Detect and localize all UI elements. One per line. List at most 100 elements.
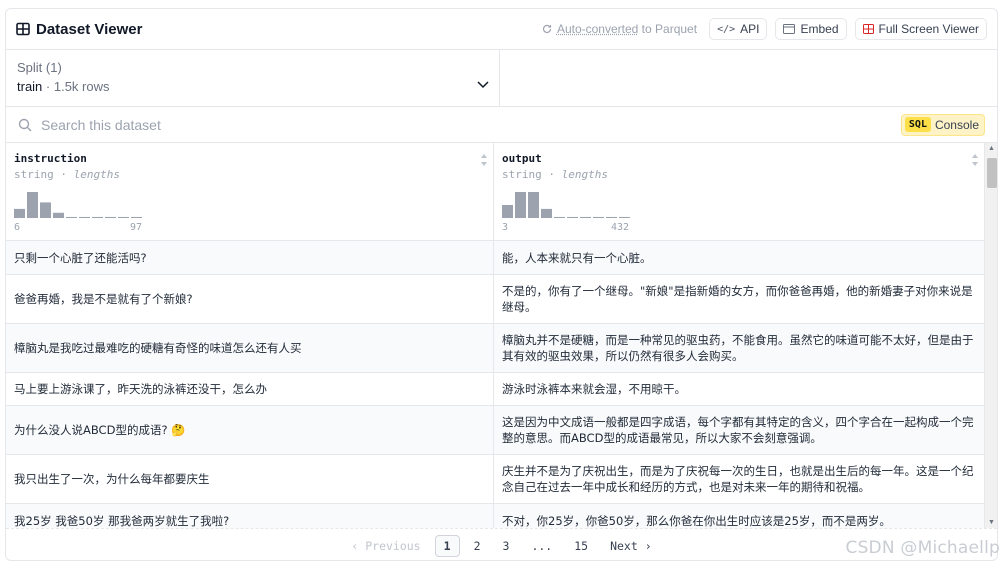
dataset-viewer: Dataset Viewer Auto-converted to Parquet…: [5, 8, 998, 561]
histogram-bar: [502, 205, 513, 218]
split-label: Split (1): [17, 60, 62, 75]
histogram-bar: [606, 216, 617, 218]
split-row: Split (1) train · 1.5k rows: [6, 50, 997, 107]
chevron-down-icon[interactable]: [477, 81, 489, 89]
output-cell[interactable]: 不是的，你有了一个继母。"新娘"是指新婚的女方，而你爸爸再婚，他的新婚妻子对你来…: [494, 275, 984, 323]
histogram-bar: [554, 216, 565, 218]
instruction-cell[interactable]: 我25岁 我爸50岁 那我爸两岁就生了我啦?: [6, 504, 494, 528]
split-rows: 1.5k rows: [53, 79, 110, 94]
table-row[interactable]: 我只出生了一次，为什么每年都要庆生 庆生并不是为了庆祝出生，而是为了庆祝每一次的…: [6, 455, 984, 504]
code-icon: </>: [717, 23, 736, 35]
sql-console-button[interactable]: SQL Console: [900, 113, 985, 136]
auto-converted-suffix: to Parquet: [638, 22, 698, 36]
search-icon: [18, 118, 32, 131]
histogram-bar: [53, 212, 64, 218]
histogram-bar: [528, 192, 539, 218]
histogram-bar: [92, 216, 103, 218]
column-header-instruction[interactable]: instruction string · lengths 6 97: [6, 143, 494, 241]
instruction-cell[interactable]: 我只出生了一次，为什么每年都要庆生: [6, 455, 494, 503]
column-name: output: [502, 152, 542, 165]
histogram-min: 3: [502, 222, 509, 233]
viewer-title: Dataset Viewer: [36, 20, 143, 38]
histogram-bar: [40, 202, 51, 218]
vertical-scrollbar[interactable]: ▲ ▼: [984, 143, 997, 528]
table-row[interactable]: 为什么没人说ABCD型的成语? 🤔 这是因为中文成语一般都是四字成语，每个字都有…: [6, 406, 984, 455]
page-ellipsis: ...: [531, 538, 553, 553]
full-screen-label: Full Screen Viewer: [878, 22, 980, 36]
split-selector[interactable]: Split (1) train · 1.5k rows: [6, 50, 500, 106]
sort-icon[interactable]: [480, 153, 488, 167]
histogram-bar: [619, 216, 630, 218]
auto-converted-link[interactable]: Auto-converted: [557, 22, 638, 36]
embed-icon: [783, 24, 796, 34]
full-screen-button[interactable]: Full Screen Viewer: [854, 18, 987, 40]
fullscreen-table-icon: [862, 24, 874, 34]
output-cell[interactable]: 这是因为中文成语一般都是四字成语，每个字都有其特定的含义，四个字合在一起构成一个…: [494, 406, 984, 454]
output-cell[interactable]: 能，人本来就只有一个心脏。: [494, 241, 984, 274]
column-header-output[interactable]: output string · lengths 3 432: [494, 143, 984, 241]
output-cell[interactable]: 樟脑丸并不是硬糖，而是一种常见的驱虫药，不能食用。虽然它的味道可能不太好，但是由…: [494, 324, 984, 372]
histogram-bar: [541, 208, 552, 218]
previous-page-button[interactable]: ‹ Previous: [343, 536, 428, 556]
table-row[interactable]: 我25岁 我爸50岁 那我爸两岁就生了我啦? 不对，你25岁，你爸50岁，那么你…: [6, 504, 984, 528]
histogram-min: 6: [14, 222, 21, 233]
page-button-1[interactable]: 1: [434, 534, 460, 557]
scrollbar-thumb[interactable]: [987, 158, 997, 188]
instruction-cell[interactable]: 为什么没人说ABCD型的成语? 🤔: [6, 406, 494, 454]
sort-icon[interactable]: [971, 153, 979, 167]
viewer-header: Dataset Viewer Auto-converted to Parquet…: [6, 9, 997, 50]
auto-converted-note[interactable]: Auto-converted to Parquet: [542, 22, 697, 36]
histogram-max: 97: [130, 222, 143, 233]
page-button-3[interactable]: 3: [495, 536, 518, 556]
histogram-bar: [567, 216, 578, 218]
instruction-cell[interactable]: 马上要上游泳课了，昨天洗的泳裤还没干，怎么办: [6, 373, 494, 405]
split-value: train · 1.5k rows: [17, 79, 488, 94]
histogram-bar: [66, 216, 77, 218]
histogram-bar: [105, 216, 116, 218]
histogram-bar: [14, 208, 25, 218]
column-type: string · lengths: [502, 168, 608, 181]
column-type: string · lengths: [14, 168, 120, 181]
histogram-max: 432: [611, 222, 630, 233]
page-button-15[interactable]: 15: [566, 536, 596, 556]
refresh-icon: [542, 24, 552, 34]
table-body: 只剩一个心脏了还能活吗? 能，人本来就只有一个心脏。 爸爸再婚，我是不是就有了个…: [6, 241, 984, 528]
table-row[interactable]: 只剩一个心脏了还能活吗? 能，人本来就只有一个心脏。: [6, 241, 984, 275]
sql-console-label: Console: [934, 117, 979, 132]
histogram-bar: [79, 216, 90, 218]
histogram-bar: [131, 216, 142, 218]
column-name: instruction: [14, 152, 87, 165]
scroll-up-icon[interactable]: ▲: [988, 145, 995, 152]
output-cell[interactable]: 不对，你25岁，你爸50岁，那么你爸在你出生时应该是25岁，而不是两岁。: [494, 504, 984, 528]
split-name: train: [17, 79, 43, 94]
histogram-bar: [515, 192, 526, 218]
table-row[interactable]: 樟脑丸是我吃过最难吃的硬糖有奇怪的味道怎么还有人买 樟脑丸并不是硬糖，而是一种常…: [6, 324, 984, 373]
histogram-bar: [593, 216, 604, 218]
split-separator: ·: [42, 79, 54, 94]
length-histogram: [502, 192, 630, 218]
output-cell[interactable]: 游泳时泳裤本来就会湿，不用晾干。: [494, 373, 984, 405]
instruction-cell[interactable]: 只剩一个心脏了还能活吗?: [6, 241, 494, 274]
embed-button[interactable]: Embed: [775, 18, 847, 40]
histogram-bar: [27, 192, 38, 218]
length-histogram: [14, 192, 142, 218]
sql-badge: SQL: [904, 117, 931, 132]
histogram-bar: [118, 216, 129, 218]
page-button-2[interactable]: 2: [466, 536, 489, 556]
watermark: CSDN @Michaellp: [845, 538, 1000, 558]
api-label: API: [740, 22, 760, 36]
output-cell[interactable]: 庆生并不是为了庆祝出生，而是为了庆祝每一次的生日，也就是出生后的每一年。这是一个…: [494, 455, 984, 503]
table-row[interactable]: 爸爸再婚，我是不是就有了个新娘? 不是的，你有了一个继母。"新娘"是指新婚的女方…: [6, 275, 984, 324]
embed-label: Embed: [800, 22, 839, 36]
histogram-bar: [580, 216, 591, 218]
next-page-button[interactable]: Next ›: [602, 536, 660, 556]
scroll-down-icon[interactable]: ▼: [988, 519, 995, 526]
search-bar: SQL Console: [6, 107, 997, 143]
data-table: instruction string · lengths 6 97 output…: [6, 143, 984, 528]
api-button[interactable]: </> API: [709, 18, 768, 40]
search-input[interactable]: [41, 116, 641, 133]
table-icon: [16, 22, 30, 36]
instruction-cell[interactable]: 樟脑丸是我吃过最难吃的硬糖有奇怪的味道怎么还有人买: [6, 324, 494, 372]
instruction-cell[interactable]: 爸爸再婚，我是不是就有了个新娘?: [6, 275, 494, 323]
table-row[interactable]: 马上要上游泳课了，昨天洗的泳裤还没干，怎么办 游泳时泳裤本来就会湿，不用晾干。: [6, 373, 984, 406]
